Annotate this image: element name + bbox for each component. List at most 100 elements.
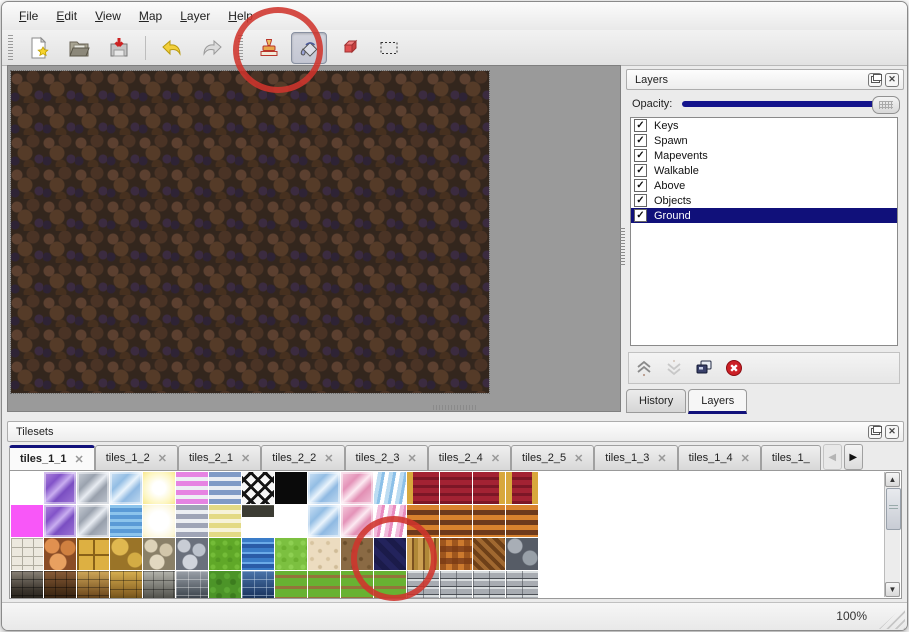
- tile-planks[interactable]: [440, 571, 472, 599]
- layers-panel-titlebar[interactable]: Layers ✕: [626, 69, 904, 90]
- tileset-tab-tiles_2_4[interactable]: tiles_2_4✕: [428, 445, 511, 470]
- tile-curtain-gold-left[interactable]: [407, 472, 439, 504]
- tile-cobble-gray[interactable]: [176, 538, 208, 570]
- tile-curtain-gold-right[interactable]: [473, 472, 505, 504]
- tab-close-icon[interactable]: ✕: [574, 452, 583, 465]
- tileset-tab-tiles_1_3[interactable]: tiles_1_3✕: [594, 445, 677, 470]
- tile-wall-cobble[interactable]: [143, 571, 175, 599]
- tile-wall-brown[interactable]: [44, 571, 76, 599]
- tile-cobble-orange[interactable]: [44, 538, 76, 570]
- scroll-up-button[interactable]: ▲: [885, 472, 900, 487]
- tab-close-icon[interactable]: ✕: [241, 452, 250, 465]
- resize-grip[interactable]: [879, 605, 905, 629]
- tab-scroll-right-button[interactable]: ▶: [844, 444, 863, 470]
- tileset-tab-tiles_1[interactable]: tiles_1_: [761, 445, 821, 470]
- toolbar-grip[interactable]: [8, 35, 13, 61]
- tile-stripes-orange[interactable]: [407, 505, 439, 537]
- tile-glass-purple[interactable]: [44, 505, 76, 537]
- dock-tab-history[interactable]: History: [626, 389, 686, 413]
- undo-button[interactable]: [154, 32, 190, 64]
- tile-curtain-gold-both[interactable]: [506, 472, 538, 504]
- tile-wall-tan[interactable]: [77, 571, 109, 599]
- tile-grasspath[interactable]: [275, 571, 307, 599]
- delete-layer-button[interactable]: [719, 355, 749, 381]
- tile-grasspath[interactable]: [341, 571, 373, 599]
- tile-sign[interactable]: [242, 505, 274, 537]
- tile-hedge[interactable]: [209, 571, 241, 599]
- new-map-button[interactable]: [21, 32, 57, 64]
- tab-close-icon[interactable]: ✕: [657, 452, 666, 465]
- tile-empty[interactable]: [11, 472, 43, 504]
- tileset-tab-tiles_2_2[interactable]: tiles_2_2✕: [261, 445, 344, 470]
- tile-planks[interactable]: [407, 571, 439, 599]
- layer-row-objects[interactable]: ✓Objects: [631, 193, 897, 208]
- layer-row-walkable[interactable]: ✓Walkable: [631, 163, 897, 178]
- tile-stripes-gray[interactable]: [176, 505, 208, 537]
- tile-wall-blue[interactable]: [242, 571, 274, 599]
- tile-glass-gray[interactable]: [77, 505, 109, 537]
- palette-scrollbar[interactable]: ▲ ▼: [884, 472, 900, 597]
- lower-layer-button[interactable]: [659, 355, 689, 381]
- tile-stones-gray[interactable]: [506, 538, 538, 570]
- tile-grass[interactable]: [209, 538, 241, 570]
- tile-glass-gray[interactable]: [77, 472, 109, 504]
- vertical-splitter-handle[interactable]: [620, 228, 625, 266]
- tile-basket[interactable]: [440, 538, 472, 570]
- tile-curtain[interactable]: [440, 472, 472, 504]
- tilesets-panel-titlebar[interactable]: Tilesets ✕: [7, 421, 904, 442]
- tile-herringbone[interactable]: [473, 538, 505, 570]
- tile-wall-dark[interactable]: [11, 571, 43, 599]
- stamp-tool-button[interactable]: [251, 32, 287, 64]
- layer-visibility-checkbox[interactable]: ✓: [634, 149, 647, 162]
- float-tilesets-button[interactable]: [868, 425, 882, 439]
- tileset-tab-tiles_2_5[interactable]: tiles_2_5✕: [511, 445, 594, 470]
- tileset-tab-tiles_2_3[interactable]: tiles_2_3✕: [345, 445, 428, 470]
- menu-layer[interactable]: Layer: [171, 5, 219, 27]
- tab-close-icon[interactable]: ✕: [158, 452, 167, 465]
- tile-lattice[interactable]: [242, 472, 274, 504]
- tab-scroll-left-button[interactable]: ◀: [823, 444, 842, 470]
- tile-planks[interactable]: [506, 571, 538, 599]
- tile-glow-pale[interactable]: [143, 505, 175, 537]
- tile-grass2[interactable]: [275, 538, 307, 570]
- redo-button[interactable]: [194, 32, 230, 64]
- layer-row-above[interactable]: ✓Above: [631, 178, 897, 193]
- tile-ribbon-blue[interactable]: [374, 472, 406, 504]
- tile-ribbon-pink[interactable]: [374, 505, 406, 537]
- opacity-slider-handle[interactable]: [872, 96, 900, 114]
- tile-wall-gray[interactable]: [176, 571, 208, 599]
- float-panel-button[interactable]: [868, 73, 882, 87]
- tile-grasspath[interactable]: [374, 571, 406, 599]
- save-map-button[interactable]: [101, 32, 137, 64]
- opacity-slider-track[interactable]: [682, 101, 896, 107]
- tile-stripes-orange[interactable]: [506, 505, 538, 537]
- horizontal-splitter-handle[interactable]: [433, 405, 477, 410]
- layer-row-keys[interactable]: ✓Keys: [631, 118, 897, 133]
- menu-edit[interactable]: Edit: [47, 5, 86, 27]
- tile-magenta[interactable]: [11, 505, 43, 537]
- toolbar-grip-2[interactable]: [238, 35, 243, 61]
- layer-visibility-checkbox[interactable]: ✓: [634, 209, 647, 222]
- tile-tiles-gold[interactable]: [77, 538, 109, 570]
- tab-close-icon[interactable]: ✕: [741, 452, 750, 465]
- layer-visibility-checkbox[interactable]: ✓: [634, 119, 647, 132]
- tile-path-white[interactable]: [11, 538, 43, 570]
- layer-visibility-checkbox[interactable]: ✓: [634, 164, 647, 177]
- tile-bamboo[interactable]: [407, 538, 439, 570]
- layer-visibility-checkbox[interactable]: ✓: [634, 194, 647, 207]
- duplicate-layer-button[interactable]: [689, 355, 719, 381]
- tileset-tab-tiles_1_4[interactable]: tiles_1_4✕: [678, 445, 761, 470]
- map-canvas-view[interactable]: [7, 65, 621, 412]
- menu-file[interactable]: File: [10, 5, 47, 27]
- layer-row-mapevents[interactable]: ✓Mapevents: [631, 148, 897, 163]
- opacity-slider[interactable]: [682, 96, 900, 112]
- tile-navy[interactable]: [374, 538, 406, 570]
- tab-close-icon[interactable]: ✕: [324, 452, 333, 465]
- layer-row-ground[interactable]: ✓Ground: [631, 208, 897, 223]
- layer-row-spawn[interactable]: ✓Spawn: [631, 133, 897, 148]
- scrollbar-thumb[interactable]: [886, 488, 901, 530]
- raise-layer-button[interactable]: [629, 355, 659, 381]
- close-panel-button[interactable]: ✕: [885, 73, 899, 87]
- tile-wall-gold[interactable]: [110, 571, 142, 599]
- menu-map[interactable]: Map: [130, 5, 171, 27]
